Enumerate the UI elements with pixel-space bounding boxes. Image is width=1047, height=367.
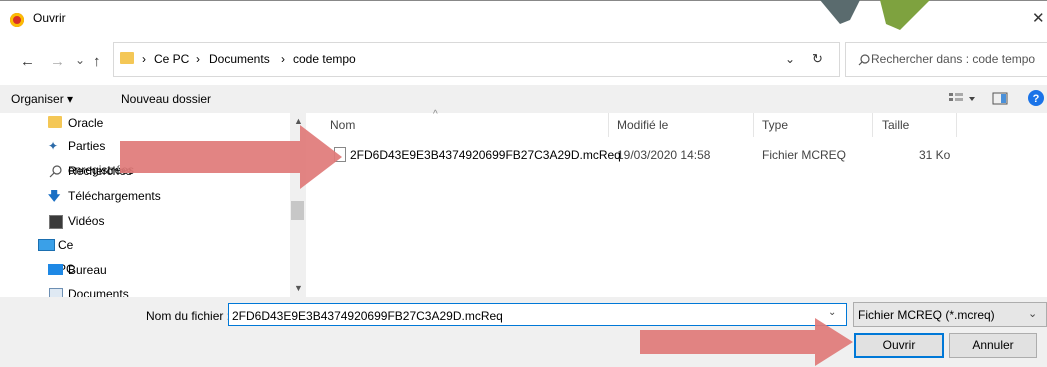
file-type: Fichier MCREQ (762, 148, 847, 162)
window-title: Ouvrir (33, 11, 66, 25)
desktop-icon (48, 264, 63, 275)
chrome-icon (10, 13, 24, 27)
column-header-type[interactable]: Type (762, 118, 788, 132)
computer-icon (38, 239, 55, 251)
view-options-icon[interactable] (948, 92, 978, 105)
file-list[interactable] (306, 113, 1047, 297)
filename-label: Nom du fichier : (146, 309, 231, 323)
saved-games-icon: ✦ (48, 139, 59, 153)
tree-item-label: Oracle (68, 116, 104, 130)
column-divider (956, 113, 957, 137)
column-divider (872, 113, 873, 137)
tree-item-label: Vidéos (68, 214, 105, 228)
search-icon (49, 165, 62, 178)
filename-value: 2FD6D43E9E3B4374920699FB27C3A29D.mcReq (232, 309, 503, 323)
documents-icon (49, 288, 63, 297)
preview-pane-icon[interactable] (992, 92, 1008, 105)
breadcrumb-separator: › (196, 52, 200, 66)
forward-button[interactable]: → (50, 53, 65, 70)
search-placeholder: Rechercher dans : code tempo (871, 52, 1036, 66)
file-modified: 19/03/2020 14:58 (617, 148, 711, 162)
column-divider (608, 113, 609, 137)
open-button[interactable]: Ouvrir (854, 333, 944, 358)
up-button[interactable]: ↑ (93, 53, 101, 70)
annotation-arrow-open (640, 318, 853, 366)
scrollbar-thumb[interactable] (291, 201, 304, 220)
file-type-dropdown-icon[interactable]: ⌄ (1028, 307, 1037, 320)
address-dropdown-icon[interactable]: ⌄ (785, 52, 795, 66)
organize-button[interactable]: Organiser ▾ (11, 92, 73, 106)
cancel-button[interactable]: Annuler (949, 333, 1037, 358)
recent-locations-button[interactable]: ⌄ (75, 53, 85, 67)
file-size: 31 Ko (919, 148, 951, 162)
scroll-down-icon[interactable]: ▼ (294, 283, 303, 293)
film-icon (49, 215, 63, 229)
background-art (820, 0, 930, 30)
breadcrumb-separator: › (281, 52, 285, 66)
back-button[interactable]: ← (20, 53, 35, 70)
breadcrumb-separator: › (142, 52, 146, 66)
refresh-icon[interactable]: ↻ (812, 51, 823, 67)
download-arrow-icon: 🡇 (48, 189, 61, 203)
annotation-arrow-file (120, 125, 342, 189)
breadcrumb-item-ce-pc[interactable]: Ce PC (154, 52, 189, 66)
breadcrumb-item-documents[interactable]: Documents (209, 52, 270, 66)
column-header-modified[interactable]: Modifié le (617, 118, 668, 132)
column-divider (753, 113, 754, 137)
search-icon (858, 54, 870, 66)
help-icon[interactable]: ? (1027, 89, 1045, 107)
svg-text:?: ? (1033, 93, 1040, 105)
sort-ascending-icon: ^ (433, 109, 438, 120)
file-name: 2FD6D43E9E3B4374920699FB27C3A29D.mcReq (350, 148, 621, 162)
column-header-size[interactable]: Taille (882, 118, 909, 132)
close-button[interactable]: ✕ (1032, 9, 1045, 27)
tree-item-label: Bureau (68, 263, 107, 277)
tree-item-label: Documents (68, 287, 129, 297)
new-folder-button[interactable]: Nouveau dossier (121, 92, 211, 106)
breadcrumb-item-code-tempo[interactable]: code tempo (293, 52, 356, 66)
filename-dropdown-icon[interactable]: ⌄ (828, 307, 836, 318)
folder-icon (120, 52, 134, 64)
file-type-value: Fichier MCREQ (*.mcreq) (858, 308, 995, 322)
folder-icon (48, 116, 62, 128)
